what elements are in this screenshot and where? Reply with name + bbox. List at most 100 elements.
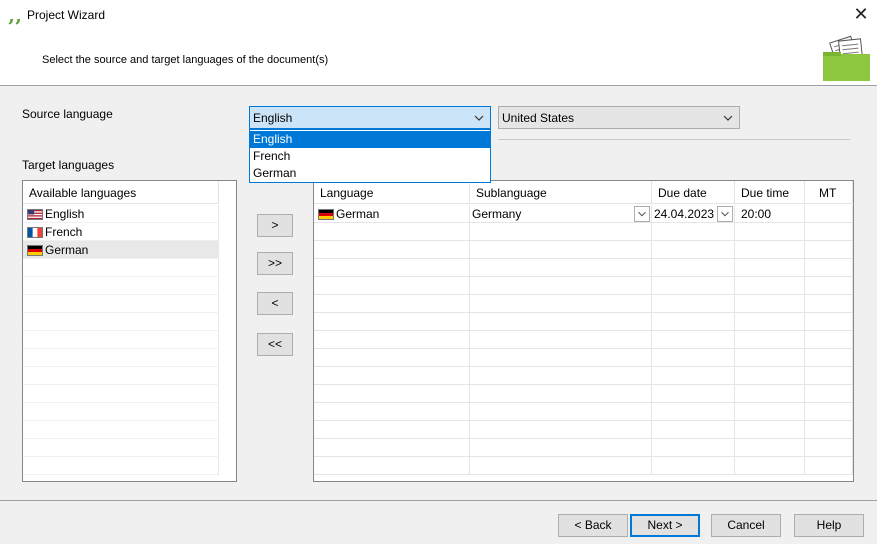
footer-divider <box>0 500 877 501</box>
empty-cell <box>805 223 853 241</box>
dropdown-option-english[interactable]: English <box>250 131 490 148</box>
empty-cell <box>735 241 805 259</box>
column-header-language[interactable]: Language <box>314 181 470 204</box>
empty-cell <box>735 439 805 457</box>
empty-cell <box>805 277 853 295</box>
dropdown-option-german[interactable]: German <box>250 165 490 182</box>
german-flag-icon <box>27 245 43 256</box>
empty-cell <box>805 403 853 421</box>
available-languages-list[interactable]: Available languages English French Germa… <box>22 180 237 482</box>
chevron-down-icon[interactable] <box>717 206 733 222</box>
german-flag-icon <box>318 209 334 220</box>
cell-due-date[interactable]: 24.04.2023 <box>652 205 735 223</box>
column-header-due-time[interactable]: Due time <box>735 181 805 204</box>
empty-cell <box>470 295 652 313</box>
empty-cell <box>470 421 652 439</box>
empty-cell <box>805 259 853 277</box>
chevron-down-icon <box>723 115 733 121</box>
cell-due-time[interactable]: 20:00 <box>735 205 805 223</box>
close-icon[interactable]: ✕ <box>848 3 874 27</box>
source-region-value: United States <box>502 111 575 125</box>
cell-mt[interactable] <box>805 205 853 223</box>
empty-cell <box>652 367 735 385</box>
empty-cell <box>314 349 470 367</box>
chevron-down-icon[interactable] <box>634 206 650 222</box>
list-item-empty <box>23 331 219 349</box>
us-flag-icon <box>27 209 43 220</box>
empty-cell <box>735 349 805 367</box>
source-language-value: English <box>253 111 293 125</box>
folder-documents-icon <box>823 35 870 81</box>
source-region-select[interactable]: United States <box>498 106 740 129</box>
remove-all-languages-button[interactable]: << <box>257 333 293 356</box>
list-item-empty <box>23 313 219 331</box>
add-language-button[interactable]: > <box>257 214 293 237</box>
list-item-english[interactable]: English <box>23 205 219 223</box>
target-languages-grid[interactable]: Language Sublanguage Due date Due time M… <box>313 180 854 482</box>
window-title: Project Wizard <box>27 8 106 22</box>
empty-cell <box>470 223 652 241</box>
list-item-french[interactable]: French <box>23 223 219 241</box>
empty-cell <box>652 331 735 349</box>
list-item-empty <box>23 421 219 439</box>
empty-cell <box>470 403 652 421</box>
cell-sublanguage[interactable]: Germany <box>470 205 652 223</box>
empty-cell <box>470 331 652 349</box>
cancel-button[interactable]: Cancel <box>711 514 781 537</box>
empty-cell <box>735 403 805 421</box>
empty-cell <box>735 295 805 313</box>
empty-cell <box>314 421 470 439</box>
empty-cell <box>735 457 805 475</box>
back-button[interactable]: < Back <box>558 514 628 537</box>
column-header-due-date[interactable]: Due date <box>652 181 735 204</box>
empty-cell <box>805 313 853 331</box>
empty-cell <box>314 367 470 385</box>
list-item-empty <box>23 277 219 295</box>
column-header-mt[interactable]: MT <box>805 181 853 204</box>
list-item-empty <box>23 385 219 403</box>
empty-cell <box>314 277 470 295</box>
list-item-german[interactable]: German <box>23 241 219 259</box>
empty-cell <box>314 241 470 259</box>
empty-cell <box>314 295 470 313</box>
empty-cell <box>805 439 853 457</box>
empty-cell <box>735 277 805 295</box>
cell-language[interactable]: German <box>314 205 470 223</box>
empty-cell <box>652 223 735 241</box>
empty-cell <box>652 403 735 421</box>
empty-cell <box>735 313 805 331</box>
list-item-empty <box>23 259 219 277</box>
empty-cell <box>652 295 735 313</box>
chevron-down-icon <box>474 115 484 121</box>
help-button[interactable]: Help <box>794 514 864 537</box>
list-item-empty <box>23 403 219 421</box>
empty-cell <box>805 385 853 403</box>
list-item-empty <box>23 439 219 457</box>
empty-cell <box>314 331 470 349</box>
french-flag-icon <box>27 227 43 238</box>
empty-cell <box>470 259 652 277</box>
empty-cell <box>470 241 652 259</box>
empty-cell <box>805 421 853 439</box>
title-bar: ‚‚ Project Wizard ✕ <box>0 0 877 32</box>
empty-cell <box>735 421 805 439</box>
empty-cell <box>470 367 652 385</box>
dropdown-option-french[interactable]: French <box>250 148 490 165</box>
source-language-dropdown-list[interactable]: English French German <box>249 129 491 183</box>
source-language-select[interactable]: English <box>249 106 491 129</box>
empty-cell <box>470 277 652 295</box>
remove-language-button[interactable]: < <box>257 292 293 315</box>
empty-cell <box>735 223 805 241</box>
column-header-sublanguage[interactable]: Sublanguage <box>470 181 652 204</box>
empty-cell <box>652 439 735 457</box>
empty-cell <box>314 385 470 403</box>
empty-cell <box>314 439 470 457</box>
available-languages-header: Available languages <box>23 181 219 204</box>
next-button[interactable]: Next > <box>630 514 700 537</box>
empty-cell <box>805 331 853 349</box>
wizard-subtitle: Select the source and target languages o… <box>42 54 329 66</box>
empty-cell <box>314 313 470 331</box>
empty-cell <box>470 349 652 367</box>
empty-cell <box>652 259 735 277</box>
add-all-languages-button[interactable]: >> <box>257 252 293 275</box>
